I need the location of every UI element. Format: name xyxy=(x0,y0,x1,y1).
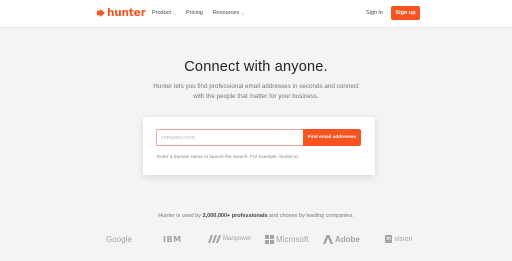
nav-links: Product ⌵ Pricing Resources ⌵ xyxy=(152,10,244,16)
logo-text: hunter xyxy=(107,7,146,19)
hunter-logo-icon xyxy=(97,9,105,17)
hero-subtitle: Hunter lets you find professional email … xyxy=(153,83,359,100)
manpower-mark-icon xyxy=(208,235,221,243)
chevron-down-icon: ⌵ xyxy=(172,10,177,16)
adobe-mark-icon xyxy=(323,234,333,244)
microsoft-logo: Microsoft xyxy=(265,233,308,245)
find-email-addresses-button[interactable]: Find email addresses xyxy=(303,129,361,146)
manpower-logo: Manpower xyxy=(208,233,251,245)
ibm-logo-text: IBM xyxy=(163,234,182,244)
nav-item-resources[interactable]: Resources ⌵ xyxy=(213,10,244,16)
microsoft-logo-text: Microsoft xyxy=(276,234,309,244)
nav-item-label: Pricing xyxy=(186,10,203,16)
domain-search-card: Find email addresses Enter a domain name… xyxy=(143,117,375,175)
invision-logo-text: vision xyxy=(394,235,413,243)
signup-button[interactable]: Sign up xyxy=(391,6,420,20)
signin-link[interactable]: Sign in xyxy=(366,10,383,16)
trusted-suffix: and chosen by leading companies. xyxy=(267,213,354,219)
adobe-logo-text: Adobe xyxy=(335,234,360,244)
trusted-by-text: Hunter is used by 2,000,000+ professiona… xyxy=(0,213,512,219)
top-navbar: hunter Product ⌵ Pricing Resources ⌵ Sig… xyxy=(0,0,512,28)
invision-logo: in vision xyxy=(385,233,412,245)
ibm-logo: IBM xyxy=(163,233,182,245)
nav-item-product[interactable]: Product ⌵ xyxy=(152,10,176,16)
trusted-prefix: Hunter is used by xyxy=(158,213,203,219)
microsoft-windows-icon xyxy=(265,234,274,244)
invision-box-mark: in xyxy=(385,235,393,243)
trusted-highlight: 2,000,000+ professionals xyxy=(202,213,268,219)
hunter-logo[interactable]: hunter xyxy=(97,7,146,19)
google-logo-text: Google xyxy=(106,234,132,244)
nav-item-label: Product xyxy=(152,10,171,16)
chevron-down-icon: ⌵ xyxy=(241,10,245,16)
search-hint: Enter a domain name to launch the search… xyxy=(157,155,300,160)
customer-logos: Google IBM Manpower Microsoft Adobe in v… xyxy=(0,233,512,245)
hero-title: Connect with anyone. xyxy=(184,59,328,75)
manpower-logo-text: Manpower xyxy=(223,236,252,242)
nav-item-pricing[interactable]: Pricing xyxy=(186,10,203,16)
nav-item-label: Resources xyxy=(212,10,240,16)
domain-search-input[interactable] xyxy=(156,129,303,146)
google-logo: Google xyxy=(106,233,132,245)
adobe-logo: Adobe xyxy=(323,233,360,245)
